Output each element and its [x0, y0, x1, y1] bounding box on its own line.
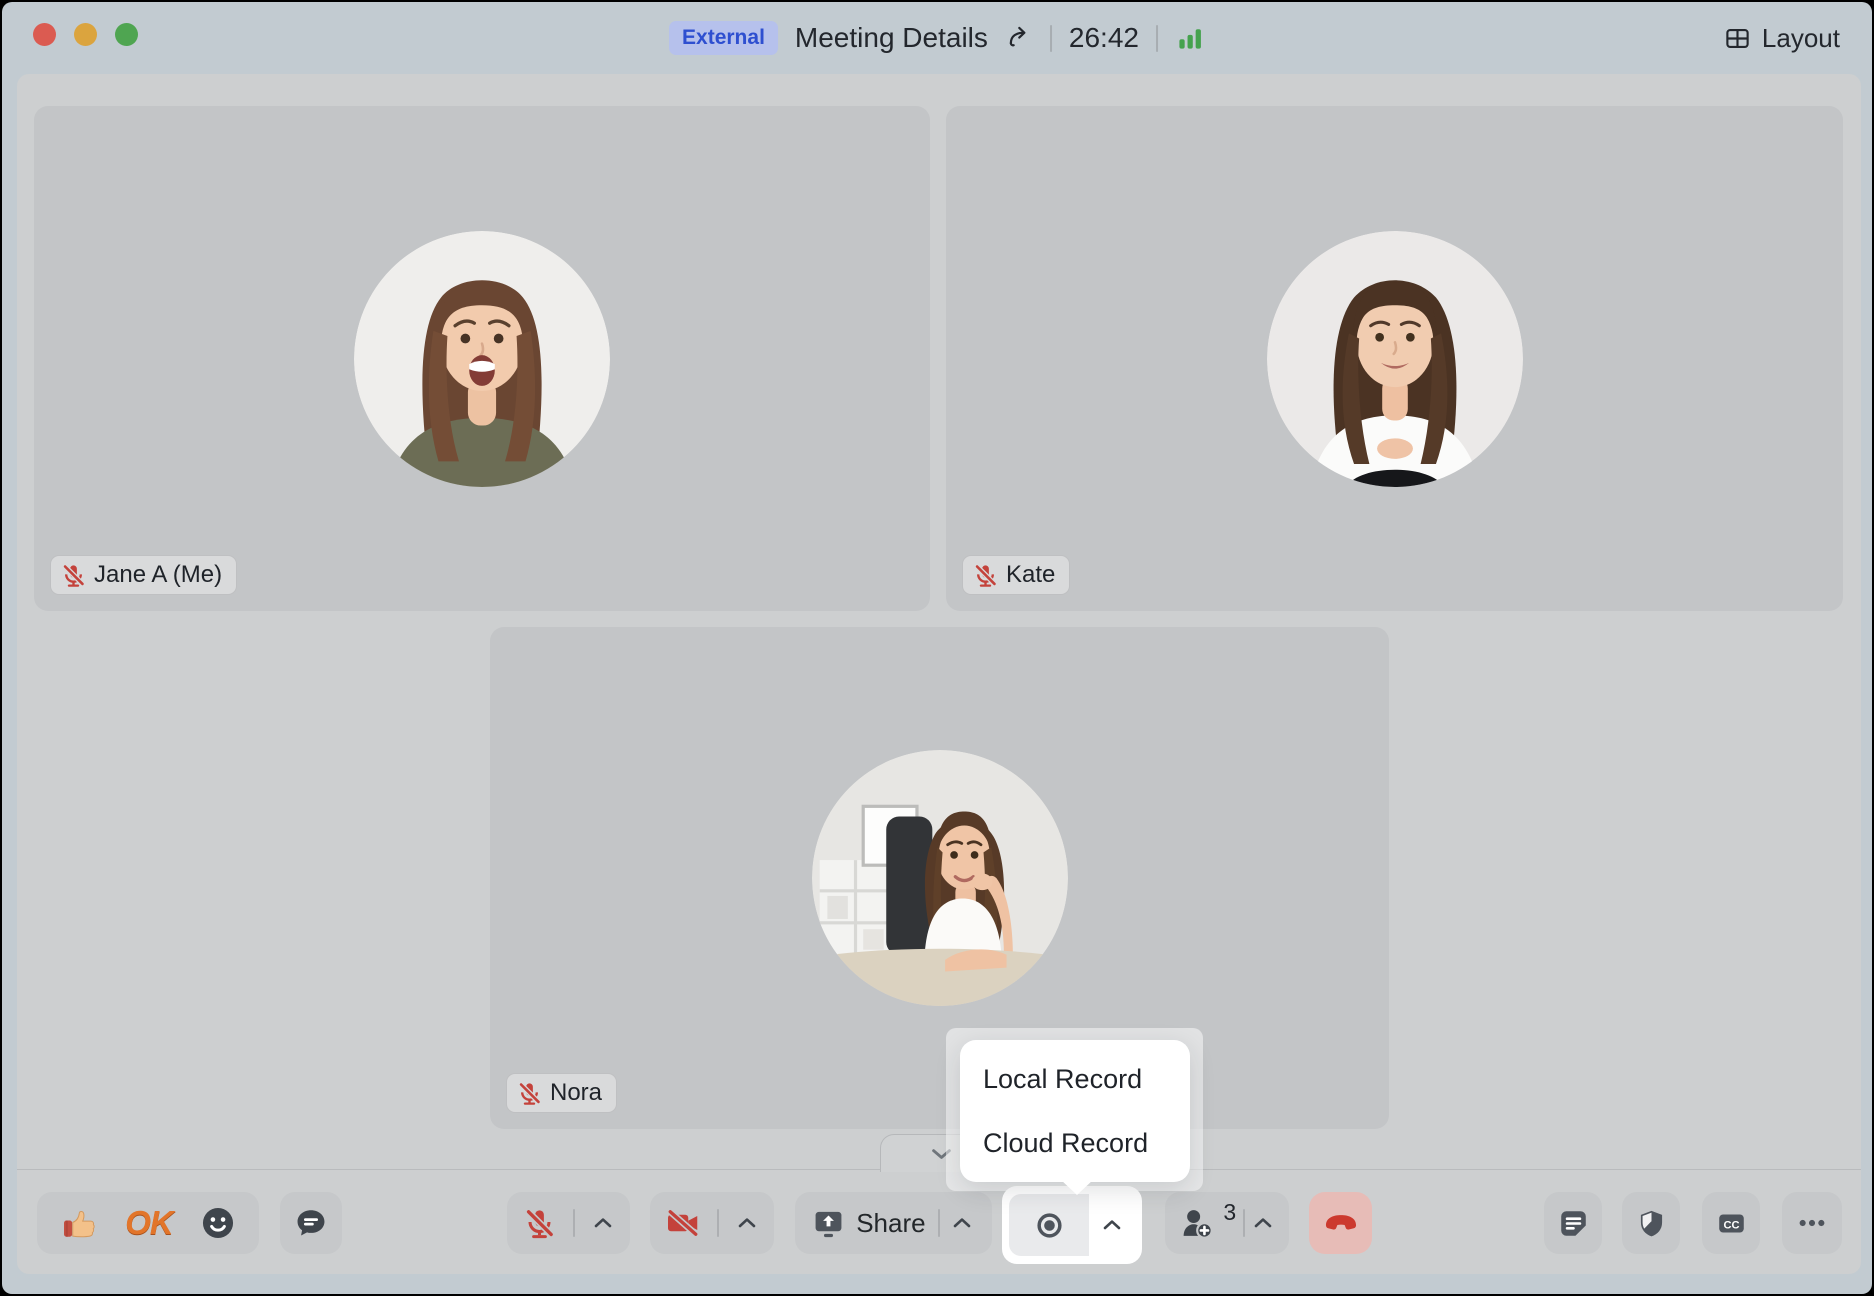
participants-button[interactable]	[1179, 1205, 1216, 1242]
camera-options-button[interactable]	[735, 1211, 759, 1235]
popup-caret	[1060, 1179, 1094, 1195]
video-tile-jane[interactable]: Jane A (Me)	[34, 106, 930, 611]
traffic-lights	[33, 23, 138, 46]
notes-icon	[1558, 1208, 1589, 1239]
layout-label: Layout	[1762, 23, 1840, 54]
chevron-up-icon	[591, 1211, 615, 1235]
button-divider	[573, 1209, 575, 1237]
titlebar-divider	[1156, 25, 1158, 52]
mute-toggle-button[interactable]	[522, 1206, 557, 1241]
person-add-icon	[1179, 1205, 1216, 1242]
name-badge: Kate	[962, 555, 1070, 595]
minimize-window-button[interactable]	[74, 23, 97, 46]
cc-icon: CC	[1716, 1208, 1747, 1239]
close-window-button[interactable]	[33, 23, 56, 46]
reactions-group: OK	[37, 1192, 259, 1254]
record-circle-icon	[1034, 1210, 1065, 1241]
avatar-nora	[812, 750, 1068, 1006]
participant-name: Jane A (Me)	[94, 561, 222, 589]
external-badge: External	[669, 21, 778, 55]
button-divider	[938, 1209, 940, 1237]
security-button[interactable]	[1622, 1192, 1680, 1254]
menu-item-cloud-record[interactable]: Cloud Record	[960, 1111, 1190, 1175]
emoji-picker-button[interactable]	[199, 1204, 237, 1242]
record-menu-popup: Local Record Cloud Record	[960, 1040, 1190, 1182]
name-badge: Nora	[506, 1073, 617, 1113]
button-divider	[717, 1209, 719, 1237]
titlebar-divider	[1050, 25, 1052, 52]
shield-icon	[1636, 1208, 1667, 1239]
menu-item-local-record[interactable]: Local Record	[960, 1047, 1190, 1111]
layout-button[interactable]: Layout	[1724, 2, 1840, 74]
chat-bubble-icon	[294, 1206, 328, 1240]
chevron-up-icon	[1100, 1213, 1124, 1237]
ellipsis-icon	[1796, 1207, 1828, 1239]
share-screen-group: Share	[795, 1192, 992, 1254]
mic-muted-icon	[516, 1080, 543, 1107]
avatar-kate	[1267, 231, 1523, 487]
phone-hangup-icon	[1322, 1204, 1360, 1242]
thumbs-up-reaction[interactable]	[59, 1203, 99, 1243]
notes-button[interactable]	[1544, 1192, 1602, 1254]
more-button[interactable]	[1782, 1192, 1842, 1254]
thumbs-up-icon	[59, 1203, 99, 1243]
svg-text:CC: CC	[1723, 1219, 1739, 1231]
microphone-group	[507, 1192, 630, 1254]
name-badge: Jane A (Me)	[50, 555, 237, 595]
participants-group: 3	[1165, 1192, 1289, 1254]
hangup-button[interactable]	[1309, 1192, 1372, 1254]
meeting-window: External Meeting Details 26:42	[2, 2, 1872, 1294]
chat-button[interactable]	[280, 1192, 342, 1254]
chevron-up-icon	[1251, 1211, 1275, 1235]
grid-layout-icon	[1724, 25, 1751, 52]
share-screen-button[interactable]	[813, 1208, 844, 1239]
mic-options-button[interactable]	[591, 1211, 615, 1235]
camera-off-icon	[665, 1205, 701, 1241]
camera-toggle-button[interactable]	[665, 1205, 701, 1241]
zoom-window-button[interactable]	[115, 23, 138, 46]
participant-name: Kate	[1006, 561, 1055, 589]
record-button[interactable]	[1009, 1194, 1089, 1256]
participants-count-badge: 3	[1223, 1199, 1236, 1226]
avatar-jane	[354, 231, 610, 487]
record-group	[1002, 1186, 1142, 1264]
smiley-icon	[199, 1204, 237, 1242]
camera-group	[650, 1192, 774, 1254]
ok-reaction[interactable]: OK	[125, 1204, 173, 1242]
share-arrow-icon[interactable]	[1005, 24, 1033, 52]
chevron-up-icon	[735, 1211, 759, 1235]
screen-share-icon	[813, 1208, 844, 1239]
chevron-up-icon	[950, 1211, 974, 1235]
signal-bars-icon	[1175, 23, 1205, 53]
meeting-stage: Jane A (Me)	[17, 74, 1861, 1274]
captions-button[interactable]: CC	[1702, 1192, 1760, 1254]
mic-muted-icon	[522, 1206, 557, 1241]
video-tile-kate[interactable]: Kate	[946, 106, 1843, 611]
participant-name: Nora	[550, 1079, 602, 1107]
record-options-button[interactable]	[1089, 1194, 1135, 1256]
share-options-button[interactable]	[950, 1211, 974, 1235]
mic-muted-icon	[60, 562, 87, 589]
mic-muted-icon	[972, 562, 999, 589]
meeting-timer: 26:42	[1069, 22, 1139, 54]
participants-options-button[interactable]	[1251, 1211, 1275, 1235]
video-tile-nora[interactable]: Nora	[490, 627, 1389, 1129]
share-label: Share	[856, 1208, 925, 1239]
meeting-title[interactable]: Meeting Details	[795, 22, 988, 54]
titlebar: External Meeting Details 26:42	[2, 2, 1872, 74]
button-divider	[1243, 1209, 1245, 1237]
